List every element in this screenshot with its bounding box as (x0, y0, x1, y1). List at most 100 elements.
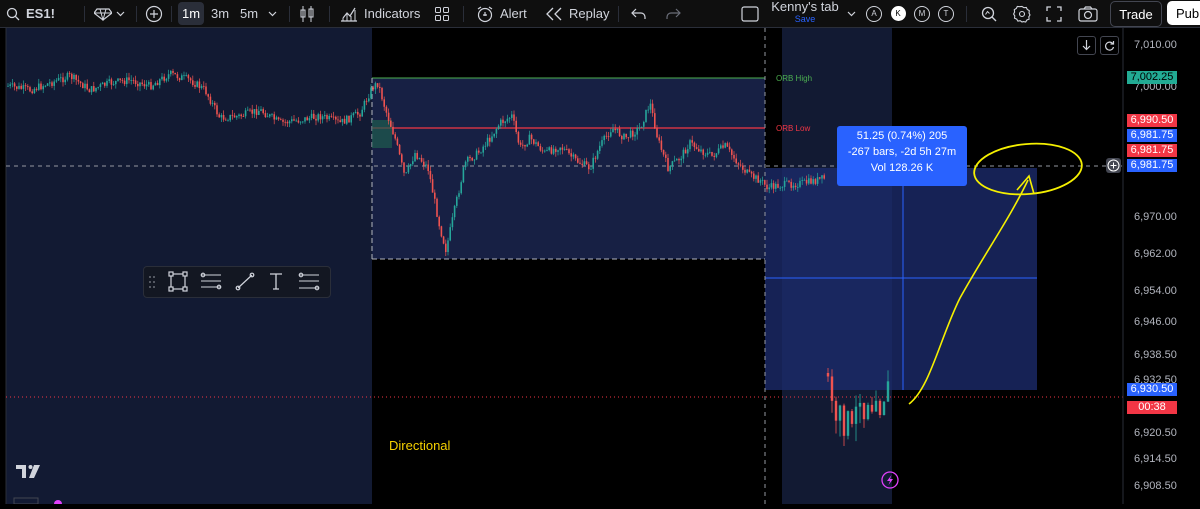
fib-retracement-icon[interactable] (298, 272, 320, 291)
candle-body (306, 117, 308, 121)
parallel-channel-icon[interactable] (200, 272, 222, 290)
candle-body (409, 164, 412, 167)
indicators-icon (341, 7, 357, 22)
candle-body (524, 144, 526, 147)
candle-body (24, 85, 27, 87)
measure-tooltip: 51.25 (0.74%) 205 -267 bars, -2d 5h 27m … (837, 126, 967, 186)
candle-body (682, 149, 685, 159)
candle-body (471, 158, 473, 161)
mode-button-m[interactable]: M (913, 0, 931, 27)
candle-body (616, 128, 619, 131)
candle-body (722, 145, 724, 148)
layout-button[interactable] (741, 0, 759, 27)
publish-button[interactable]: Pub (1167, 1, 1200, 25)
mode-button-t[interactable]: T (937, 0, 955, 27)
candle-body (57, 77, 60, 81)
symbol-search-button[interactable]: ES1! (6, 0, 55, 27)
interval-1m-button[interactable]: 1m (178, 2, 204, 25)
candle-body (588, 164, 590, 170)
account-dropdown[interactable] (94, 0, 125, 27)
drag-handle-icon[interactable] (149, 276, 155, 288)
candle-body (354, 111, 357, 114)
candle-body (405, 172, 407, 174)
candle-body (11, 83, 14, 85)
candle-body (478, 150, 480, 153)
chart-area[interactable]: ORB High ORB Low Directional 7,010.00 7,0… (0, 28, 1200, 508)
candle-body (761, 180, 764, 181)
text-tool-icon[interactable] (270, 273, 282, 290)
candle-body (636, 127, 638, 135)
trend-line-icon[interactable] (235, 272, 255, 291)
trade-button[interactable]: Trade (1110, 1, 1162, 27)
candle-body (805, 179, 808, 184)
indicators-button[interactable]: Indicators (340, 0, 420, 27)
interval-dropdown[interactable] (268, 0, 277, 27)
candle-body (335, 116, 337, 120)
candle-body (66, 73, 69, 80)
interval-5m-button[interactable]: 5m (240, 0, 258, 27)
candle-body (117, 78, 119, 82)
quick-search-button[interactable] (980, 0, 998, 27)
candle-body (62, 77, 64, 83)
candle-body (79, 81, 82, 84)
candle-body (493, 133, 495, 137)
candle-body (678, 159, 680, 161)
candle-body (715, 153, 718, 157)
settings-button[interactable] (1013, 0, 1031, 27)
candle-body (460, 182, 462, 194)
candle-body (392, 126, 394, 135)
scroll-to-latest-button[interactable] (1077, 36, 1096, 55)
plus-circle-icon (145, 5, 163, 22)
candle-body (225, 119, 227, 121)
templates-button[interactable] (434, 0, 450, 27)
candle-body (64, 79, 66, 83)
candle-body (506, 118, 509, 122)
fullscreen-button[interactable] (1046, 0, 1062, 27)
candle-body (882, 401, 886, 416)
rectangle-tool-icon[interactable] (168, 271, 188, 292)
snapshot-button[interactable] (1078, 0, 1098, 27)
candle-body (277, 117, 280, 120)
candle-body (634, 134, 636, 137)
candle-body (271, 114, 273, 116)
candle-body (170, 70, 172, 75)
candle-body (302, 121, 304, 123)
layout-dropdown[interactable] (847, 0, 856, 27)
replay-button[interactable]: Replay (545, 0, 609, 27)
candle-body (379, 86, 381, 88)
candle-body (266, 116, 269, 118)
undo-button[interactable] (631, 0, 647, 27)
candle-body (71, 73, 73, 80)
candle-body (341, 118, 344, 123)
candle-body (308, 118, 311, 121)
mode-button-k[interactable]: K (889, 0, 907, 27)
candle-body (550, 147, 553, 154)
redo-button[interactable] (665, 0, 681, 27)
candle-body (515, 120, 517, 133)
candle-body (779, 187, 781, 189)
alert-button[interactable]: Alert (476, 0, 527, 27)
candle-body (317, 114, 319, 121)
candle-body (467, 156, 469, 162)
candle-body (222, 114, 225, 120)
candle-body (423, 161, 425, 166)
chart-type-button[interactable] (299, 0, 315, 27)
candle-body (220, 114, 223, 118)
candle-body (115, 81, 117, 85)
auto-scale-button[interactable] (1100, 36, 1119, 55)
candle-body (233, 115, 236, 118)
candle-body (862, 402, 866, 420)
add-order-button[interactable] (1106, 158, 1121, 173)
mode-button-a[interactable]: A (865, 0, 883, 27)
mode-m-label: M (914, 5, 930, 22)
layout-title: Kenny's tab (771, 0, 839, 14)
layout-name[interactable]: Kenny's tab Save (767, 0, 843, 27)
candle-body (385, 106, 388, 113)
symbol-label: ES1! (26, 6, 55, 21)
candle-body (709, 151, 711, 153)
add-symbol-button[interactable] (145, 0, 163, 27)
floating-drawing-toolbar[interactable] (143, 266, 331, 298)
interval-3m-button[interactable]: 3m (211, 0, 229, 27)
candle-body (724, 143, 726, 148)
candle-body (603, 135, 605, 141)
